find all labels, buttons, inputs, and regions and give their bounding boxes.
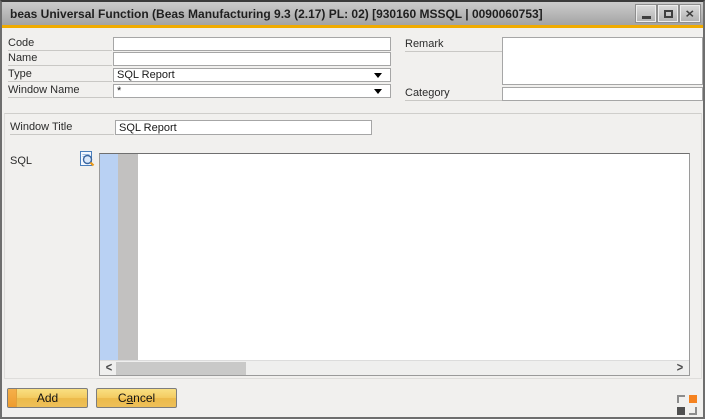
code-input[interactable] [113, 37, 391, 51]
window-title-label: Window Title [10, 121, 114, 135]
window-name-dropdown-value: * [117, 85, 374, 97]
remark-label: Remark [405, 38, 502, 52]
cancel-label-post: ncel [133, 391, 155, 405]
cancel-button[interactable]: Cancel [96, 388, 177, 408]
window-name-dropdown[interactable]: * [113, 84, 391, 98]
type-dropdown[interactable]: SQL Report [113, 68, 391, 82]
category-label: Category [405, 87, 502, 101]
window-title-text: beas Universal Function (Beas Manufactur… [10, 7, 543, 21]
editor-gutter [100, 154, 118, 360]
scroll-right-icon[interactable]: > [673, 360, 687, 377]
default-button-stripe [8, 389, 17, 407]
titlebar[interactable]: beas Universal Function (Beas Manufactur… [2, 2, 703, 25]
sql-editor-content[interactable] [100, 154, 689, 360]
chevron-down-icon [374, 73, 382, 78]
beas-logo-icon [677, 395, 697, 415]
sql-editor[interactable]: < > [99, 153, 690, 376]
remark-textarea[interactable] [502, 37, 703, 85]
name-label: Name [8, 52, 112, 66]
close-button[interactable]: × [680, 5, 700, 22]
type-dropdown-value: SQL Report [117, 69, 374, 81]
scrollbar-thumb[interactable] [116, 362, 246, 375]
name-input[interactable] [113, 52, 391, 66]
add-button[interactable]: Add [7, 388, 88, 408]
code-label: Code [8, 37, 112, 51]
accent-line [2, 25, 703, 28]
scroll-left-icon[interactable]: < [102, 360, 116, 377]
type-label: Type [8, 68, 112, 82]
maximize-icon [664, 10, 673, 18]
sql-preview-icon[interactable] [79, 150, 96, 168]
maximize-button[interactable] [658, 5, 678, 22]
chevron-down-icon [374, 89, 382, 94]
horizontal-scrollbar[interactable]: < > [100, 360, 689, 375]
minimize-button[interactable] [636, 5, 656, 22]
category-input[interactable] [502, 87, 703, 101]
editor-margin [118, 154, 138, 360]
window-title-input[interactable] [115, 120, 372, 135]
close-icon: × [686, 7, 695, 20]
window-name-label: Window Name [8, 84, 112, 98]
add-button-label: Add [37, 391, 58, 405]
minimize-icon [642, 16, 651, 19]
beas-universal-function-window: beas Universal Function (Beas Manufactur… [0, 0, 705, 419]
sql-label: SQL [10, 155, 70, 169]
